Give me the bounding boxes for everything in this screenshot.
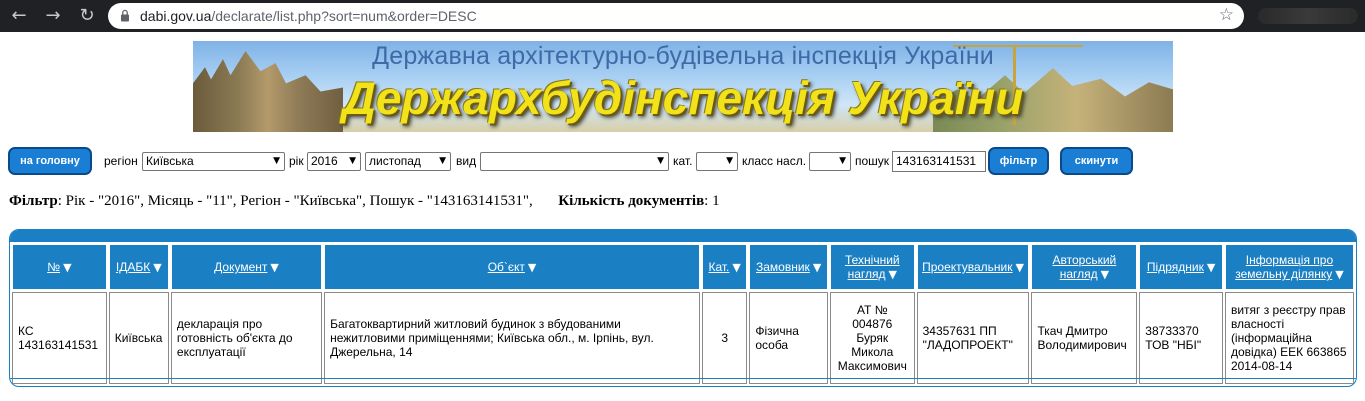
sort-arrow-icon[interactable]: ▼	[1335, 268, 1343, 281]
results-table: № ▼ ІДАБК ▼ Документ ▼ Об`єкт ▼ Кат. ▼ Замовн…	[10, 242, 1356, 386]
sort-arrow-icon[interactable]: ▼	[528, 261, 536, 274]
table-header-row: № ▼ ІДАБК ▼ Документ ▼ Об`єкт ▼ Кат. ▼ Замовн…	[12, 244, 1354, 290]
cell-document: декларація про готовність об'єкта до екс…	[170, 292, 323, 384]
sort-arrow-icon[interactable]: ▼	[813, 261, 821, 274]
table-bottom-bar	[10, 378, 1356, 386]
cell-num: КС 143163141531	[12, 292, 107, 384]
forward-arrow-icon[interactable]: →	[42, 5, 64, 27]
cell-category: 3	[702, 292, 748, 384]
chevron-down-icon: ▼	[726, 156, 733, 166]
year-select[interactable]: 2016 ▼	[307, 152, 361, 171]
column-header-num[interactable]: № ▼	[12, 244, 107, 290]
kind-select[interactable]: ▼	[480, 152, 669, 171]
sort-arrow-icon[interactable]: ▼	[1207, 261, 1215, 274]
kind-label: вид	[456, 154, 477, 168]
table-row: КС 143163141531 Київська декларація про г…	[12, 292, 1354, 384]
banner-title: Держархбудінспекція України	[342, 72, 1024, 124]
chevron-down-icon: ▼	[839, 156, 846, 166]
column-header-land-info[interactable]: Інформація про земельну ділянку ▼	[1224, 244, 1354, 290]
column-header-category[interactable]: Кат. ▼	[702, 244, 748, 290]
class-select[interactable]: ▼	[809, 152, 851, 171]
column-header-idabk[interactable]: ІДАБК ▼	[108, 244, 169, 290]
filter-summary: Фільтр: Рік - "2016", Місяць - "11", Рег…	[9, 193, 720, 210]
cell-land-info: витяг з реєстру прав власності (інформац…	[1224, 292, 1354, 384]
lock-icon	[121, 9, 129, 22]
sort-arrow-icon[interactable]: ▼	[153, 261, 161, 274]
column-header-document[interactable]: Документ ▼	[170, 244, 323, 290]
banner-subtitle: Державна архітектурно-будівельна інспекц…	[372, 42, 994, 70]
reload-icon[interactable]: ↻	[76, 5, 98, 27]
sort-arrow-icon[interactable]: ▼	[1016, 261, 1024, 274]
category-label: кат.	[673, 154, 693, 168]
chevron-down-icon: ▼	[657, 156, 664, 166]
column-header-object[interactable]: Об`єкт ▼	[324, 244, 700, 290]
sort-arrow-icon[interactable]: ▼	[732, 261, 740, 274]
filter-button[interactable]: фільтр	[988, 147, 1049, 175]
column-header-designer[interactable]: Проектувальник ▼	[916, 244, 1030, 290]
column-header-author-supervision[interactable]: Авторський нагляд ▼	[1031, 244, 1138, 290]
sort-arrow-icon[interactable]: ▼	[889, 268, 897, 281]
sort-arrow-icon[interactable]: ▼	[1101, 268, 1109, 281]
bookmark-star-icon[interactable]: ☆	[1219, 5, 1234, 25]
url-text: dabi.gov.ua/declarate/list.php?sort=num&…	[140, 8, 477, 24]
document-count-value: : 1	[704, 193, 720, 209]
chevron-down-icon: ▼	[439, 156, 446, 166]
search-label: пошук	[855, 154, 890, 168]
document-count-label: Кількість документів	[558, 193, 705, 209]
sort-arrow-icon[interactable]: ▼	[63, 261, 71, 274]
browser-toolbar: ← → ↻ dabi.gov.ua/declarate/list.php?sor…	[0, 0, 1365, 32]
results-table-container: № ▼ ІДАБК ▼ Документ ▼ Об`єкт ▼ Кат. ▼ Замовн…	[9, 229, 1357, 387]
home-button[interactable]: на головну	[8, 147, 92, 175]
cell-designer: 34357631 ПП "ЛАДОПРОЕКТ"	[916, 292, 1030, 384]
column-header-contractor[interactable]: Підрядник ▼	[1139, 244, 1223, 290]
column-header-customer[interactable]: Замовник ▼	[749, 244, 828, 290]
chevron-down-icon: ▼	[349, 156, 356, 166]
cell-contractor: 38733370 ТОВ "НБІ"	[1139, 292, 1223, 384]
cell-customer: Фізична особа	[749, 292, 828, 384]
category-select[interactable]: ▼	[696, 152, 738, 171]
column-header-technical-supervision[interactable]: Технічний нагляд ▼	[829, 244, 915, 290]
cell-object: Багатоквартирний житловий будинок з вбуд…	[324, 292, 700, 384]
year-label: рік	[289, 154, 304, 168]
cell-idabk: Київська	[108, 292, 169, 384]
cell-author-supervision: Ткач Дмитро Володимирович	[1031, 292, 1138, 384]
region-label: регіон	[104, 154, 138, 168]
site-banner: Державна архітектурно-будівельна інспекц…	[193, 41, 1173, 132]
table-top-bar	[10, 230, 1356, 242]
class-label: класс насл.	[742, 154, 807, 168]
back-arrow-icon[interactable]: ←	[8, 5, 30, 27]
filter-summary-text: : Рік - "2016", Місяць - "11", Регіон - …	[57, 193, 533, 209]
search-input[interactable]: 143163141531	[892, 151, 986, 172]
extensions-area	[1258, 8, 1358, 24]
chevron-down-icon: ▼	[273, 156, 280, 166]
month-select[interactable]: листопад ▼	[365, 152, 451, 171]
sort-arrow-icon[interactable]: ▼	[270, 261, 278, 274]
cell-technical-supervision: АТ № 004876 Буряк Микола Максимович	[829, 292, 915, 384]
filter-summary-label: Фільтр	[9, 193, 58, 209]
address-bar[interactable]: dabi.gov.ua/declarate/list.php?sort=num&…	[108, 3, 1244, 29]
reset-button[interactable]: скинути	[1060, 147, 1133, 175]
region-select[interactable]: Київська ▼	[142, 152, 285, 171]
